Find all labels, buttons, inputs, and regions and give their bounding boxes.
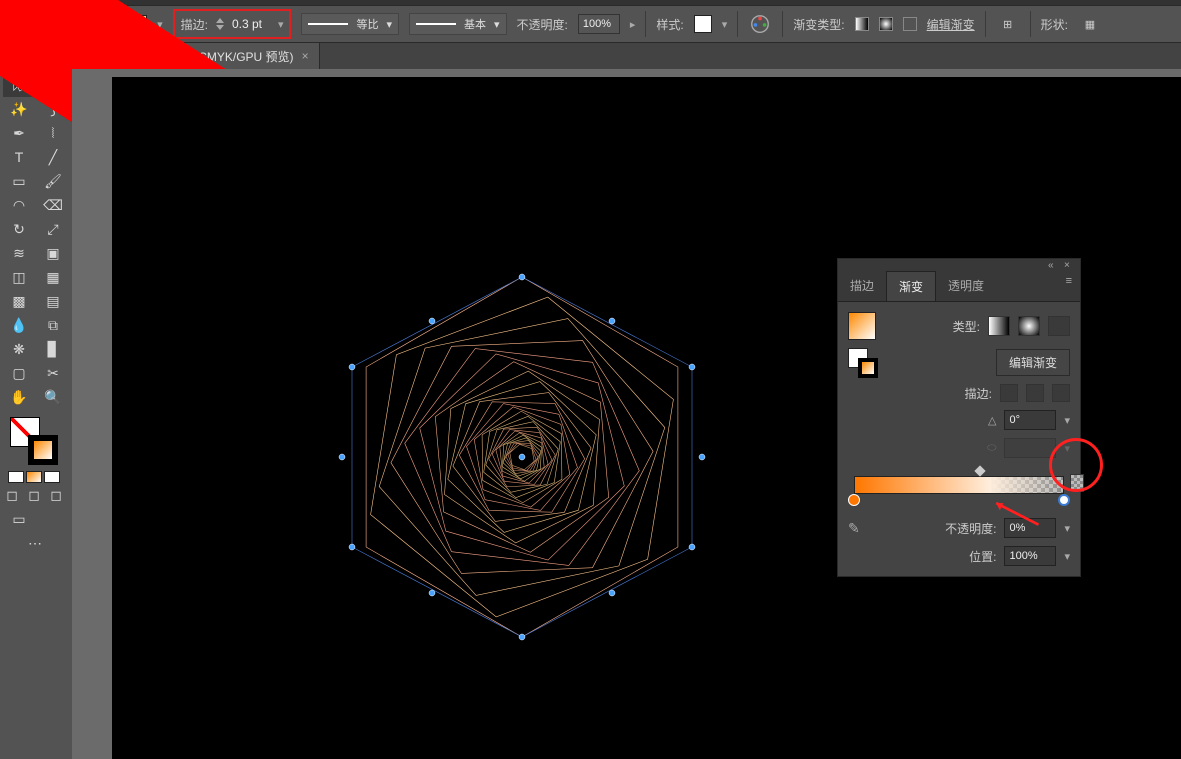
draw-behind[interactable]: ◻ — [25, 487, 43, 503]
chevron-down-icon: ▾ — [1064, 522, 1070, 535]
stop-position-label: 位置: — [940, 548, 996, 565]
hexagon-spiral-art[interactable] — [322, 257, 722, 657]
stop-position-input[interactable] — [1004, 546, 1056, 566]
draw-inside[interactable]: ◻ — [47, 487, 65, 503]
tab-transparency[interactable]: 透明度 — [936, 271, 996, 301]
close-icon[interactable]: × — [1064, 260, 1074, 270]
aspect-input[interactable] — [1004, 438, 1056, 458]
gradient-preview[interactable] — [848, 312, 876, 340]
gradient-stop-left[interactable] — [848, 494, 860, 506]
aspect-icon: ⬭ — [987, 442, 996, 455]
gradient-type-radial[interactable] — [1018, 316, 1040, 336]
gradient-panel: « × 描边 渐变 透明度 ≡ 类型: 编辑渐变 描边: — [837, 258, 1081, 577]
gradient-type-freeform[interactable] — [1048, 316, 1070, 336]
angle-icon: △ — [988, 414, 996, 427]
draw-normal[interactable]: ◻ — [3, 487, 21, 503]
annotation-circle — [1049, 438, 1103, 492]
tab-gradient[interactable]: 渐变 — [886, 271, 936, 301]
tools-panel: ✨ ⟆ ✒ ⦚ T ╱ ▭ 🖌 ◠ ⌫ ↻ ⤢ ≋ ▣ ◫ ▦ ▩ ▤ 💧 ⧉ … — [0, 69, 72, 759]
panel-menu-icon[interactable]: ≡ — [1058, 271, 1080, 301]
screen-mode[interactable]: ▭ — [3, 507, 35, 531]
none-mode-swatch[interactable] — [44, 471, 60, 483]
gradient-type-linear[interactable] — [988, 316, 1010, 336]
tab-stroke[interactable]: 描边 — [838, 271, 886, 301]
gradient-midpoint[interactable] — [974, 465, 985, 476]
chevron-down-icon: ▾ — [1064, 414, 1070, 427]
edit-gradient-button[interactable]: 编辑渐变 — [996, 349, 1070, 376]
angle-input[interactable] — [1004, 410, 1056, 430]
type-label: 类型: — [944, 318, 980, 335]
annotation-arrow — [989, 498, 1043, 528]
eyedropper-icon[interactable]: ✎ — [848, 520, 860, 537]
stroke-align-3[interactable] — [1052, 384, 1070, 402]
chevron-down-icon: ▾ — [1064, 550, 1070, 563]
panel-stroke-label: 描边: — [956, 385, 992, 402]
stroke-align-2[interactable] — [1026, 384, 1044, 402]
panel-stroke-swatch[interactable] — [858, 358, 878, 378]
collapse-icon[interactable]: « — [1048, 260, 1058, 270]
edit-toolbar[interactable]: ⋯ — [3, 531, 67, 555]
gradient-stop-right[interactable] — [1058, 494, 1070, 506]
stroke-align-1[interactable] — [1000, 384, 1018, 402]
